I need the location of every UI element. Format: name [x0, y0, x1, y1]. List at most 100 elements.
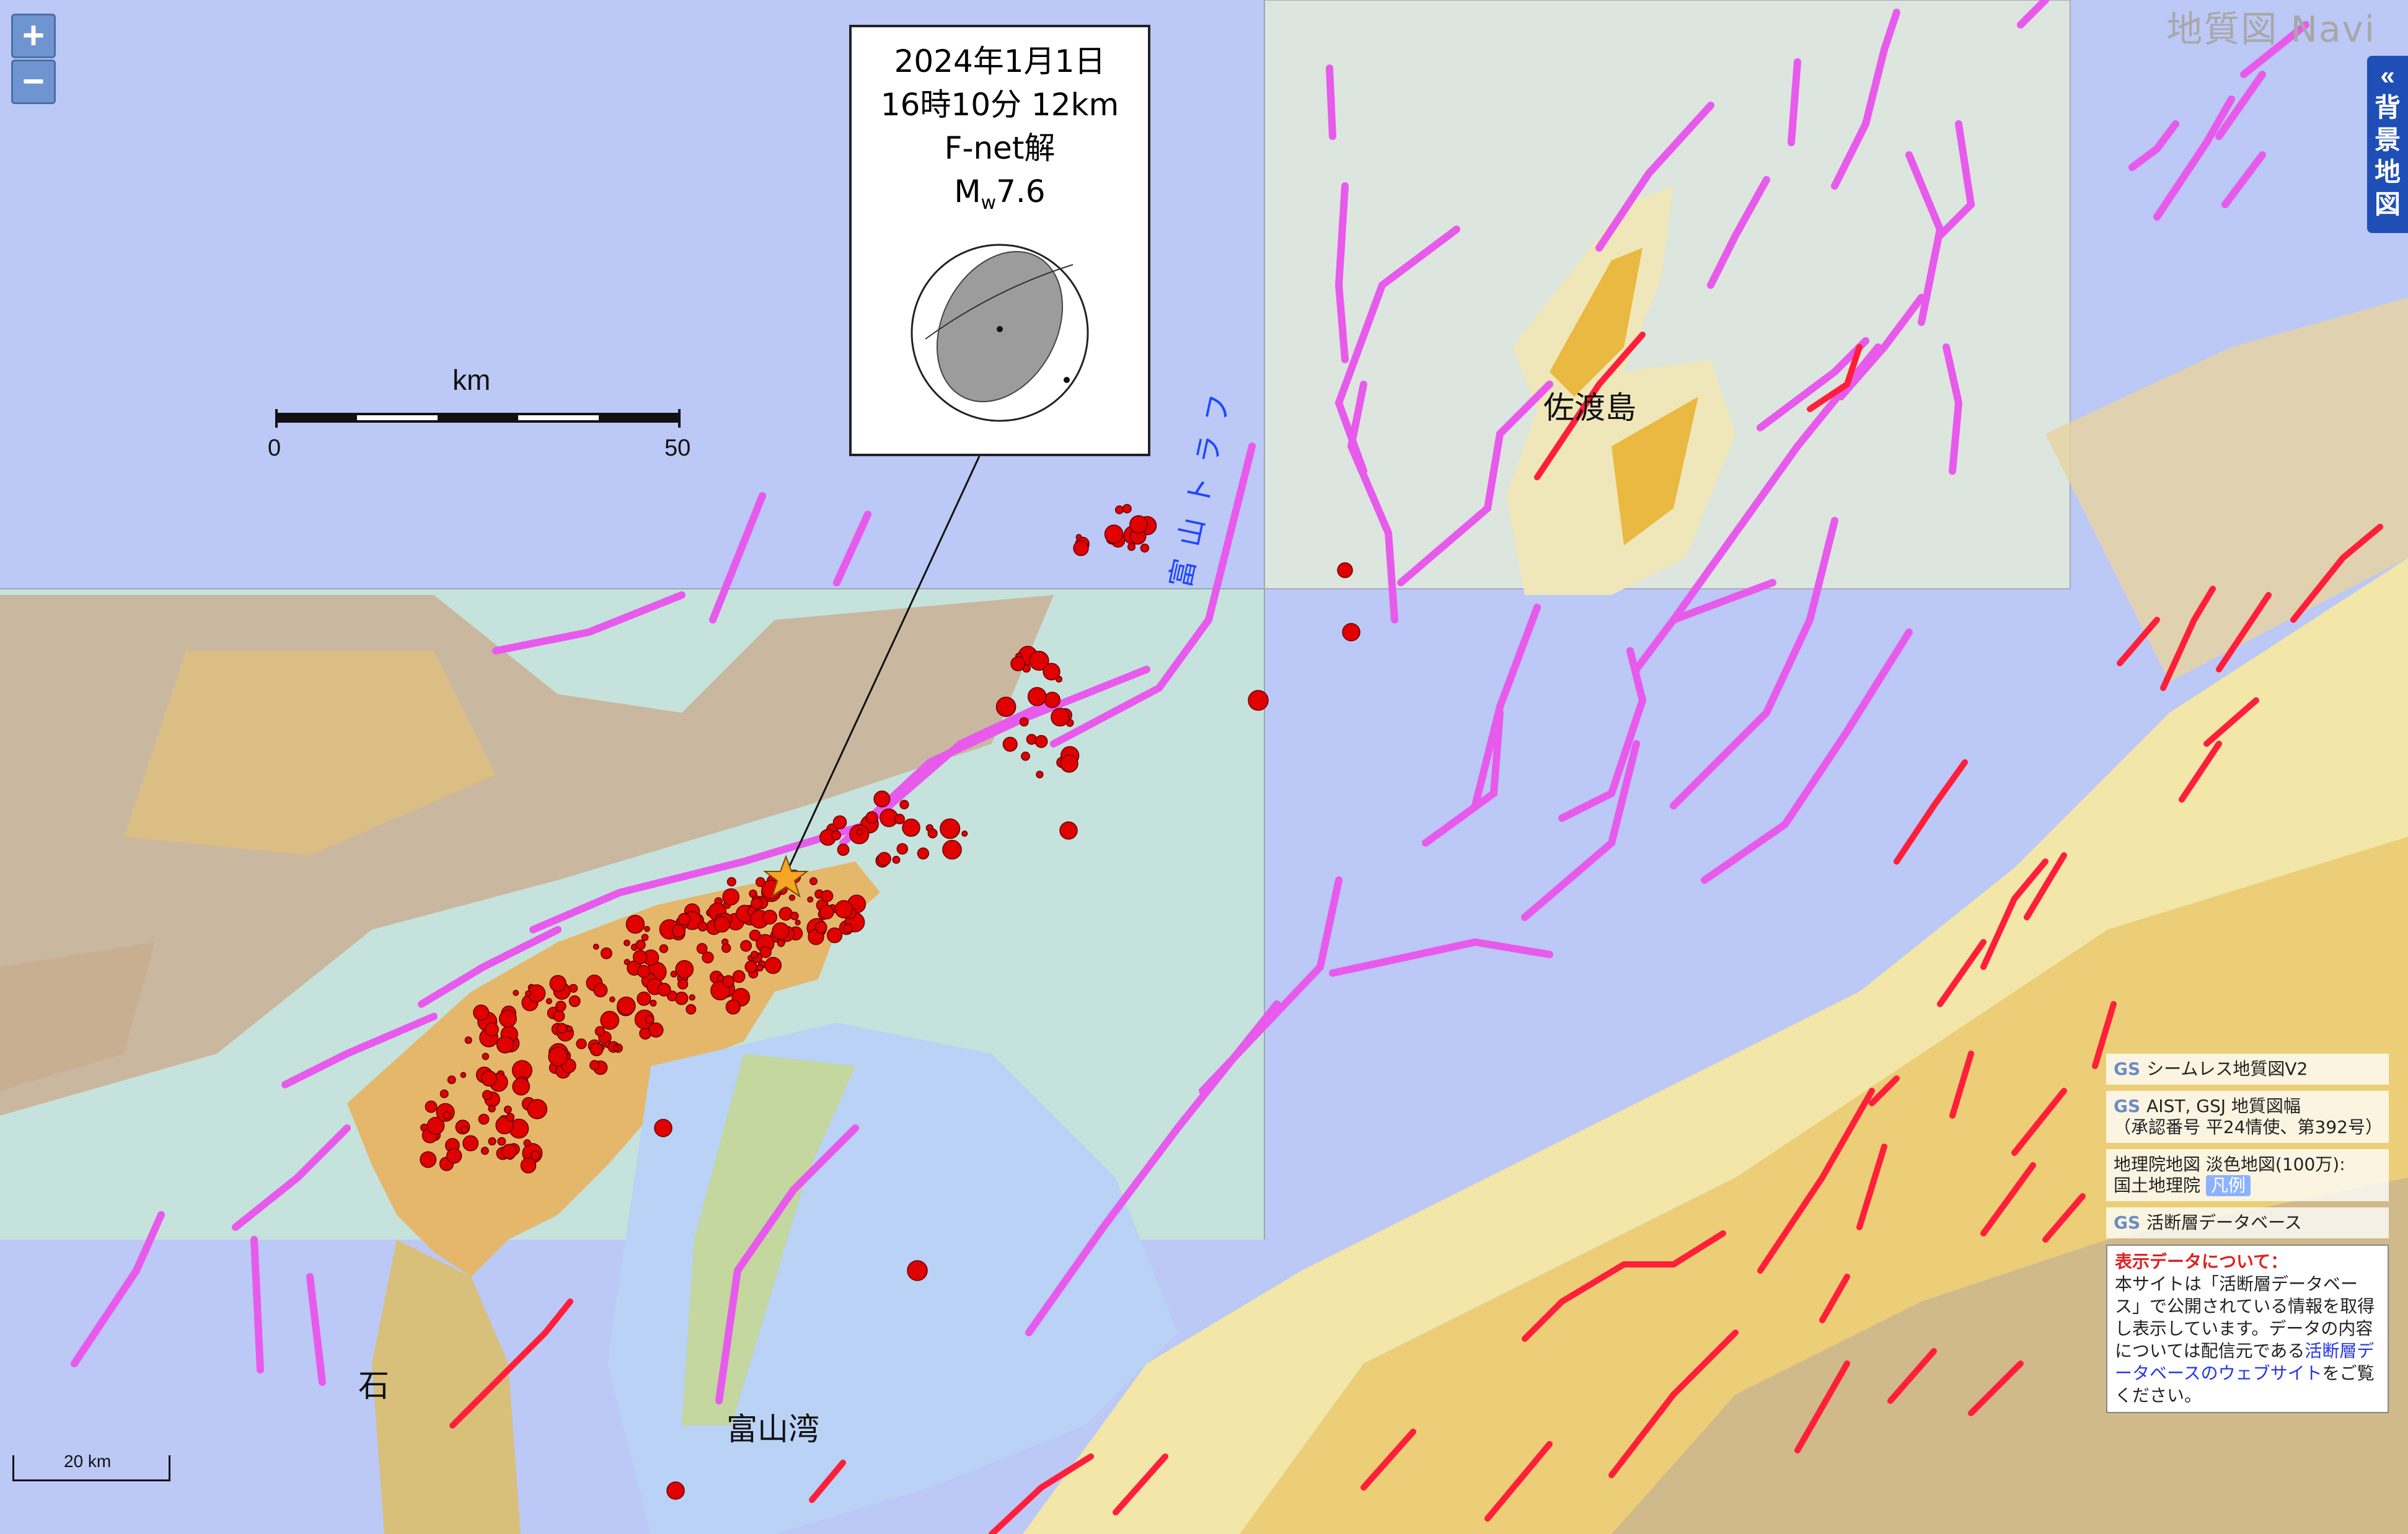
aftershock-marker[interactable]	[650, 999, 657, 1007]
aftershock-marker[interactable]	[795, 919, 801, 926]
aftershock-marker[interactable]	[593, 983, 608, 998]
aftershock-marker[interactable]	[464, 1036, 472, 1044]
aftershock-marker[interactable]	[496, 1036, 514, 1054]
aftershock-marker[interactable]	[751, 897, 763, 910]
aftershock-marker[interactable]	[520, 1157, 537, 1174]
aftershock-marker[interactable]	[523, 1139, 531, 1147]
aftershock-marker[interactable]	[1114, 505, 1124, 514]
aftershock-marker[interactable]	[420, 1151, 437, 1168]
aftershock-marker[interactable]	[643, 925, 650, 932]
aftershock-marker[interactable]	[1140, 544, 1150, 553]
aftershock-marker[interactable]	[837, 844, 850, 856]
aftershock-marker[interactable]	[942, 840, 962, 860]
aftershock-marker[interactable]	[503, 1105, 512, 1114]
aftershock-marker[interactable]	[856, 829, 863, 835]
aftershock-marker[interactable]	[645, 1015, 655, 1025]
aftershock-marker[interactable]	[545, 998, 552, 1005]
aftershock-marker[interactable]	[671, 923, 686, 938]
aftershock-marker[interactable]	[527, 1099, 548, 1119]
aftershock-marker[interactable]	[624, 939, 630, 946]
aftershock-marker[interactable]	[1104, 524, 1124, 544]
aftershock-marker[interactable]	[460, 1126, 469, 1134]
aftershock-marker[interactable]	[1248, 690, 1269, 711]
aftershock-marker[interactable]	[1036, 770, 1044, 778]
aftershock-marker[interactable]	[809, 877, 818, 886]
aftershock-marker[interactable]	[439, 1089, 449, 1098]
aftershock-marker[interactable]	[772, 922, 790, 940]
aftershock-marker[interactable]	[617, 996, 636, 1016]
aftershock-marker[interactable]	[940, 818, 961, 839]
aftershock-marker[interactable]	[778, 907, 793, 921]
aftershock-marker[interactable]	[460, 1072, 467, 1078]
aftershock-marker[interactable]	[549, 975, 567, 992]
aftershock-marker[interactable]	[834, 900, 853, 919]
aftershock-marker[interactable]	[722, 888, 740, 906]
aftershock-marker[interactable]	[961, 831, 968, 837]
aftershock-marker[interactable]	[589, 1060, 600, 1070]
aftershock-marker[interactable]	[1043, 663, 1061, 681]
geologic-map[interactable]	[0, 0, 2408, 1534]
aftershock-marker[interactable]	[821, 889, 834, 902]
aftershock-marker[interactable]	[462, 1135, 479, 1152]
aftershock-marker[interactable]	[512, 1077, 531, 1096]
aftershock-marker[interactable]	[556, 1023, 568, 1034]
aftershock-marker[interactable]	[697, 921, 708, 932]
aftershock-marker[interactable]	[1021, 751, 1030, 761]
aftershock-marker[interactable]	[637, 964, 650, 978]
aftershock-marker[interactable]	[1073, 540, 1089, 557]
aftershock-marker[interactable]	[555, 1000, 567, 1012]
aftershock-marker[interactable]	[873, 790, 891, 808]
aftershock-marker[interactable]	[488, 1104, 496, 1113]
aftershock-marker[interactable]	[721, 943, 731, 953]
aftershock-marker[interactable]	[764, 956, 782, 974]
aftershock-marker[interactable]	[1044, 691, 1061, 708]
aftershock-marker[interactable]	[702, 951, 714, 964]
aftershock-marker[interactable]	[612, 1044, 620, 1052]
aftershock-marker[interactable]	[927, 828, 938, 839]
zoom-in-button[interactable]: +	[11, 14, 56, 58]
aftershock-marker[interactable]	[749, 929, 761, 941]
aftershock-marker[interactable]	[762, 909, 777, 925]
aftershock-marker[interactable]	[530, 1150, 540, 1161]
aftershock-marker[interactable]	[1075, 534, 1082, 540]
aftershock-marker[interactable]	[641, 933, 649, 941]
aftershock-marker[interactable]	[609, 996, 615, 1003]
aftershock-marker[interactable]	[632, 950, 648, 965]
aftershock-marker[interactable]	[865, 811, 878, 824]
aftershock-marker[interactable]	[675, 959, 694, 979]
aftershock-marker[interactable]	[807, 896, 814, 903]
aftershock-marker[interactable]	[894, 813, 905, 824]
aftershock-marker[interactable]	[1127, 542, 1136, 551]
aftershock-marker[interactable]	[726, 877, 736, 887]
aftershock-marker[interactable]	[831, 830, 842, 840]
aftershock-marker[interactable]	[677, 912, 690, 926]
aftershock-marker[interactable]	[740, 940, 752, 952]
aftershock-marker[interactable]	[482, 1090, 493, 1101]
aftershock-marker[interactable]	[589, 1043, 604, 1057]
aftershock-marker[interactable]	[674, 991, 689, 1005]
aftershock-marker[interactable]	[686, 1003, 697, 1015]
aftershock-marker[interactable]	[473, 1004, 490, 1021]
zoom-out-button[interactable]: −	[11, 60, 56, 104]
aftershock-marker[interactable]	[819, 904, 834, 920]
aftershock-marker[interactable]	[832, 815, 847, 829]
aftershock-marker[interactable]	[654, 1119, 673, 1137]
aftershock-marker[interactable]	[488, 1137, 496, 1146]
aftershock-marker[interactable]	[877, 852, 891, 866]
aftershock-marker[interactable]	[593, 943, 599, 950]
aftershock-marker[interactable]	[843, 923, 853, 933]
aftershock-marker[interactable]	[725, 999, 741, 1015]
aftershock-marker[interactable]	[1337, 562, 1353, 578]
aftershock-marker[interactable]	[553, 1010, 565, 1022]
legend-link[interactable]: 凡例	[2205, 1175, 2251, 1196]
aftershock-marker[interactable]	[600, 947, 612, 959]
aftershock-marker[interactable]	[425, 1100, 438, 1113]
aftershock-marker[interactable]	[657, 982, 671, 997]
aftershock-marker[interactable]	[1122, 504, 1132, 514]
aftershock-marker[interactable]	[899, 800, 909, 809]
aftershock-marker[interactable]	[480, 1147, 489, 1155]
aftershock-marker[interactable]	[907, 1260, 928, 1281]
aftershock-marker[interactable]	[826, 927, 843, 943]
aftershock-marker[interactable]	[568, 995, 581, 1007]
aftershock-marker[interactable]	[1342, 623, 1361, 641]
